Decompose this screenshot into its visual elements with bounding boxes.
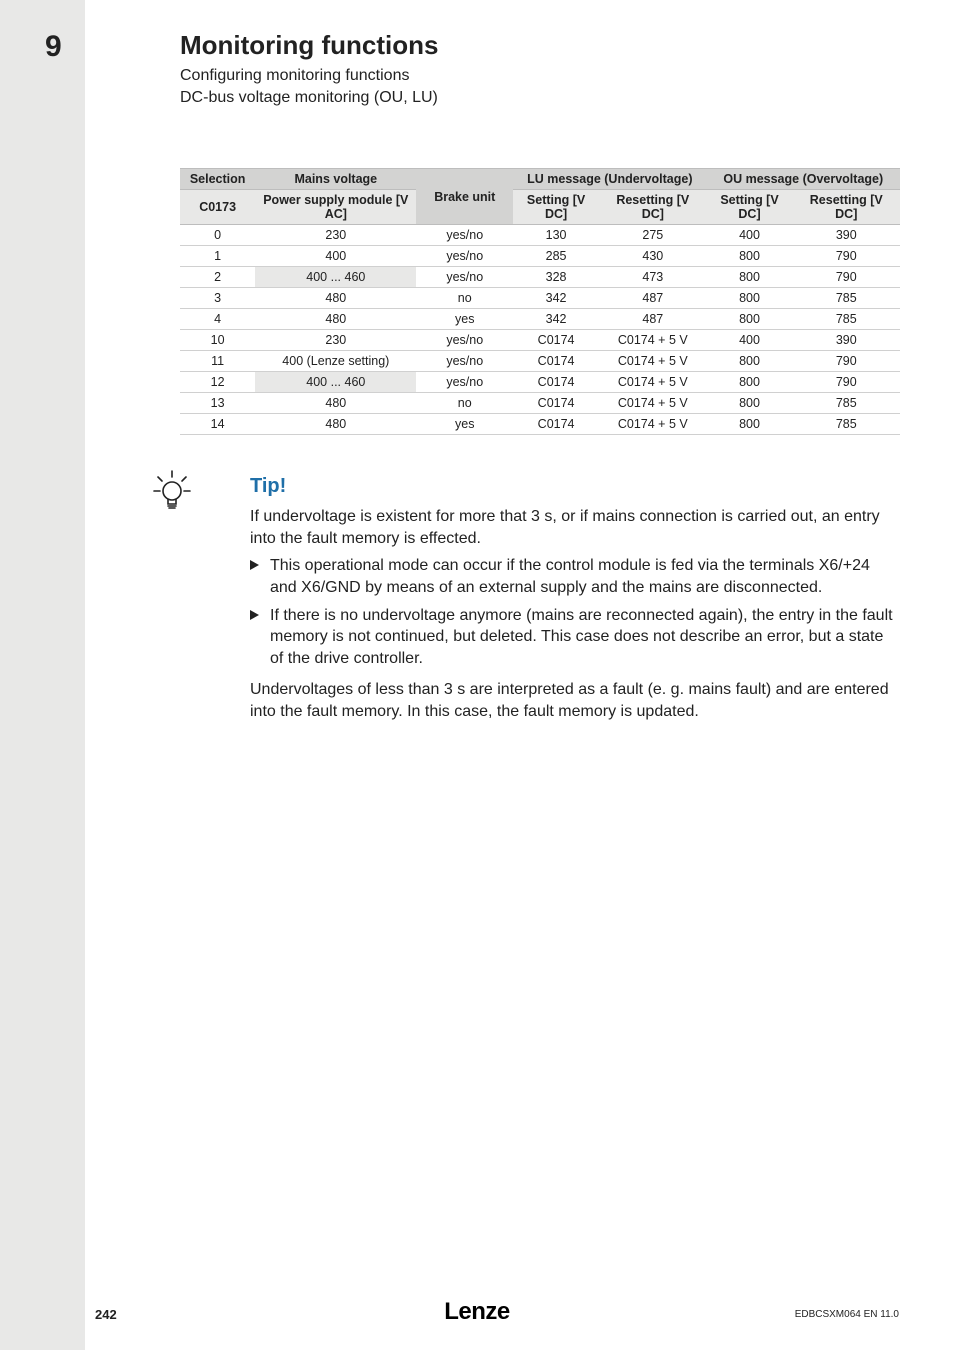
th-mains: Mains voltage xyxy=(255,169,416,190)
th-lu-set: Setting [V DC] xyxy=(513,190,599,225)
lightbulb-icon xyxy=(150,469,194,518)
tip-bullet: This operational mode can occur if the c… xyxy=(250,555,900,598)
th-lu: LU message (Undervoltage) xyxy=(513,169,706,190)
tip-paragraph: If undervoltage is existent for more tha… xyxy=(250,506,900,549)
table-header-row-2: C0173 Power supply module [V AC] Setting… xyxy=(180,190,900,225)
table-row: 2400 ... 460yes/no328473800790 xyxy=(180,267,900,288)
th-ou-reset: Resetting [V DC] xyxy=(793,190,901,225)
table-row: 4480yes342487800785 xyxy=(180,309,900,330)
th-c0173: C0173 xyxy=(180,190,255,225)
main-content: Monitoring functions Configuring monitor… xyxy=(180,30,900,729)
th-ou-set: Setting [V DC] xyxy=(707,190,793,225)
table-row: 3480no342487800785 xyxy=(180,288,900,309)
page-subtitle-1: Configuring monitoring functions xyxy=(180,65,900,87)
table-row: 1400yes/no285430800790 xyxy=(180,246,900,267)
document-id: EDBCSXM064 EN 11.0 xyxy=(795,1309,899,1320)
table-body: 0230yes/no130275400390 1400yes/no2854308… xyxy=(180,225,900,435)
table-row: 11400 (Lenze setting)yes/noC0174C0174 + … xyxy=(180,351,900,372)
table-row: 10230yes/noC0174C0174 + 5 V400390 xyxy=(180,330,900,351)
table-header-row-1: Selection Mains voltage Brake unit LU me… xyxy=(180,169,900,190)
page-title: Monitoring functions xyxy=(180,30,900,61)
voltage-table: Selection Mains voltage Brake unit LU me… xyxy=(180,168,900,435)
page-subtitle-2: DC-bus voltage monitoring (OU, LU) xyxy=(180,87,900,109)
brand-logo: Lenze xyxy=(444,1298,510,1326)
tip-title: Tip! xyxy=(250,475,900,498)
table-row: 14480yesC0174C0174 + 5 V800785 xyxy=(180,414,900,435)
th-selection: Selection xyxy=(180,169,255,190)
table-row: 0230yes/no130275400390 xyxy=(180,225,900,246)
th-lu-reset: Resetting [V DC] xyxy=(599,190,706,225)
page-number: 242 xyxy=(95,1307,117,1322)
table-row: 12400 ... 460yes/noC0174C0174 + 5 V80079… xyxy=(180,372,900,393)
tip-body: If undervoltage is existent for more tha… xyxy=(250,506,900,722)
th-brake: Brake unit xyxy=(416,169,513,225)
tip-block: Tip! If undervoltage is existent for mor… xyxy=(180,475,900,722)
tip-paragraph: Undervoltages of less than 3 s are inter… xyxy=(250,679,900,722)
tip-bullet: If there is no undervoltage anymore (mai… xyxy=(250,605,900,670)
table-row: 13480noC0174C0174 + 5 V800785 xyxy=(180,393,900,414)
left-sidebar xyxy=(0,0,85,1350)
th-psm: Power supply module [V AC] xyxy=(255,190,416,225)
th-ou: OU message (Overvoltage) xyxy=(707,169,900,190)
chapter-number: 9 xyxy=(45,30,62,64)
